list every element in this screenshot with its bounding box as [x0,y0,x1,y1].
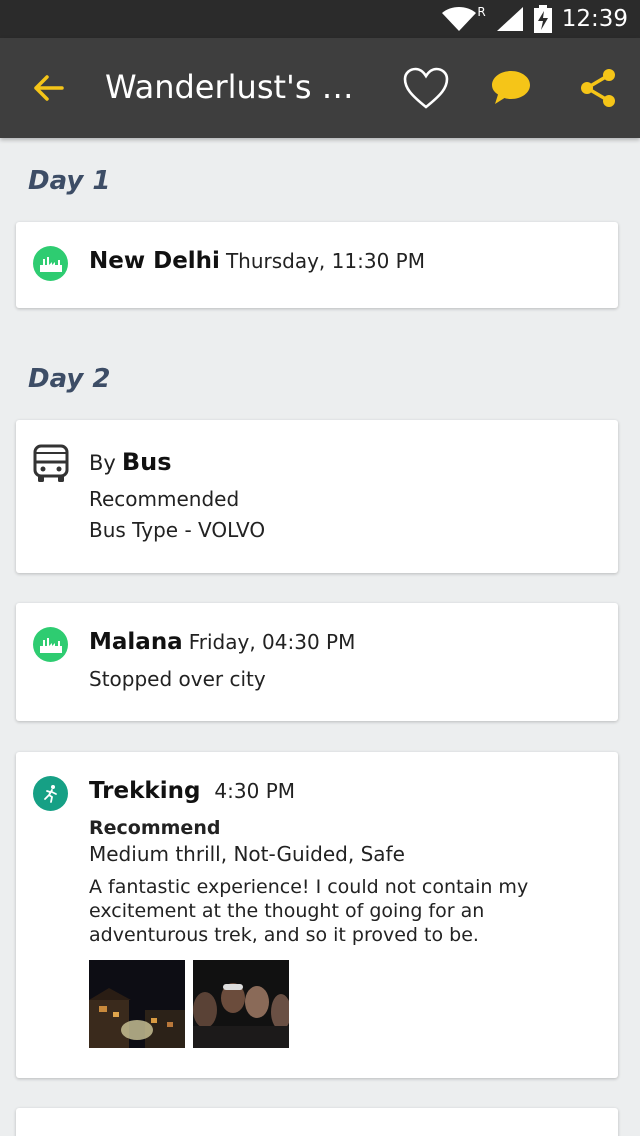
trekking-icon [33,776,68,811]
transport-heading: By Bus [89,448,172,476]
recommend-label: Recommend [89,817,221,839]
comment-button[interactable] [483,60,539,116]
transport-recommendation: Recommended [89,487,240,511]
day-label: Day 1 [28,166,111,196]
city-icon [33,627,68,662]
share-button[interactable] [570,60,626,116]
stop-heading: New Delhi Thursday, 11:30 PM [89,248,425,274]
chat-icon [492,71,530,104]
stop-heading: Malana Friday, 04:30 PM [89,629,355,655]
stop-card-new-delhi[interactable]: New Delhi Thursday, 11:30 PM [16,222,618,308]
activity-attributes: Medium thrill, Not-Guided, Safe [89,842,405,866]
wifi-icon [442,7,477,31]
status-bar: R 12:39 [0,0,640,38]
battery-icon [533,5,552,33]
next-card[interactable] [16,1108,618,1136]
share-icon [581,69,615,107]
status-icons: R 12:39 [441,0,628,38]
back-button[interactable] [24,64,72,112]
signal-icon [496,7,523,31]
bus-icon [33,444,69,482]
back-arrow-icon [34,75,64,101]
activity-time: 4:30 PM [214,779,296,803]
trek-photo-2[interactable] [193,960,289,1048]
by-label: By [89,451,116,475]
activity-heading: Trekking 4:30 PM [89,778,295,804]
stop-card-malana[interactable]: Malana Friday, 04:30 PM Stopped over city [16,603,618,721]
roaming-indicator: R [477,5,486,19]
status-time: 12:39 [561,6,628,32]
transport-mode: Bus [121,448,172,476]
heart-icon [403,67,449,109]
place-name: New Delhi [89,248,220,274]
transport-card-bus[interactable]: By Bus Recommended Bus Type - VOLVO [16,420,618,573]
place-name: Malana [89,629,183,655]
app-bar: Wanderlust's H... [0,38,640,138]
favorite-button[interactable] [398,60,454,116]
stop-time: Friday, 04:30 PM [188,630,356,654]
activity-name: Trekking [89,778,201,804]
activity-description: A fantastic experience! I could not cont… [89,876,529,946]
stop-time: Thursday, 11:30 PM [225,249,425,273]
city-icon [33,246,68,281]
trek-photo-1[interactable] [89,960,185,1048]
stop-note: Stopped over city [89,667,266,691]
bus-type: Bus Type - VOLVO [89,518,266,542]
activity-card-trekking[interactable]: Trekking 4:30 PM Recommend Medium thrill,… [16,752,618,1078]
day-label: Day 2 [28,364,111,394]
page-title: Wanderlust's H... [105,68,375,106]
